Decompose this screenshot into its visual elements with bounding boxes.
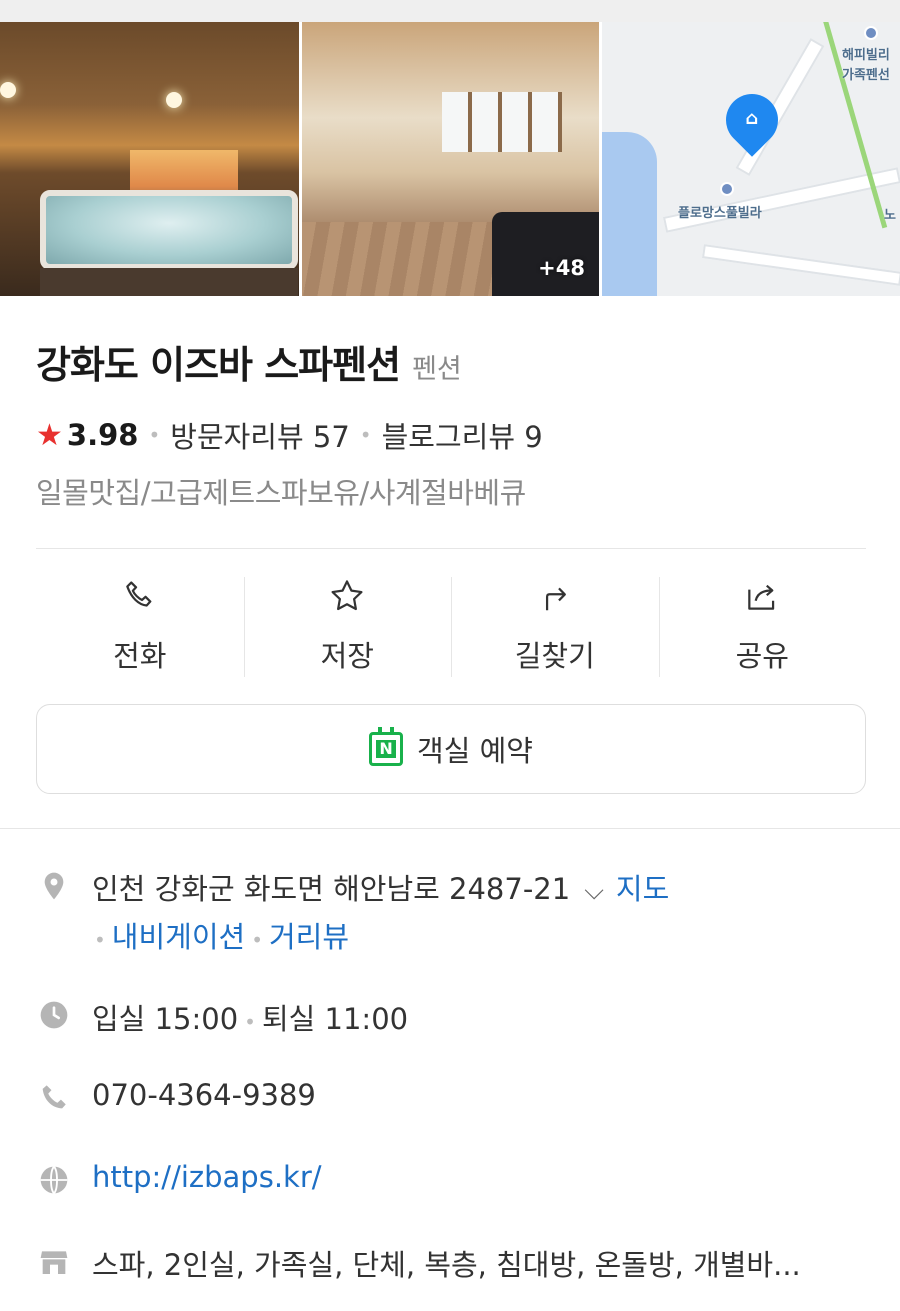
rating-row: ★ 3.98 • 방문자리뷰 57 • 블로그리뷰 9 [36,414,543,456]
section-divider [0,828,900,829]
phone-icon [125,581,152,607]
globe-icon [40,1166,68,1194]
streetview-link[interactable]: 거리뷰 [269,920,349,954]
save-button[interactable]: 저장 [243,575,452,679]
address-row: 인천 강화군 화도면 해안남로 2487-21 ⌵ 지도 [92,866,669,908]
directions-button[interactable]: 길찾기 [451,575,659,679]
visitor-reviews-link[interactable]: 방문자리뷰 57 [170,414,350,456]
reservation-label: 객실 예약 [417,734,533,768]
action-bar: 전화 저장 길찾기 공유 [36,575,866,679]
map-label: 노 [884,208,896,223]
map-label: 가족펜선 [842,68,890,83]
location-map-thumbnail[interactable]: 해피빌리 가족펜선 플로망스풀빌라 노 ⌂ [602,22,900,296]
status-bar-strip [0,0,900,22]
room-reservation-button[interactable]: N 객실 예약 [36,704,866,794]
place-tags: 일몰맛집/고급제트스파보유/사계절바베큐 [36,476,526,510]
separator-dot: • [244,1010,256,1034]
share-icon [748,584,775,610]
rating-score: 3.98 [66,418,139,452]
map-road [701,244,900,286]
store-icon [40,1251,68,1274]
map-water [602,132,657,296]
checkin-row: 입실 15:00 • 퇴실 11:00 [92,996,408,1038]
divider [36,548,866,549]
website-link[interactable]: http://izbaps.kr/ [92,1160,322,1194]
checkout-time: 퇴실 11:00 [261,1002,409,1036]
separator-dot: • [359,423,372,447]
address-links-row: • 내비게이션 • 거리뷰 [88,914,349,956]
photo-gallery[interactable]: +48 해피빌리 가족펜선 플로망스풀빌라 노 ⌂ [0,22,900,296]
ceiling-lamp [0,82,16,98]
phone-number[interactable]: 070-4364-9389 [92,1078,316,1112]
map-link[interactable]: 지도 [616,872,669,906]
loft-windows [442,92,562,152]
star-outline-icon [331,580,363,611]
checkin-time: 입실 15:00 [92,1002,239,1036]
separator-dot: • [94,928,106,952]
share-button[interactable]: 공유 [658,575,867,679]
more-photos-badge[interactable]: +48 [538,256,585,280]
call-label: 전화 [113,639,167,673]
bed-icon: ⌂ [745,108,759,129]
tub-base [40,268,298,296]
title-row: 강화도 이즈바 스파펜션 펜션 [36,334,462,389]
photo-spa-room[interactable] [0,22,299,296]
place-category: 펜션 [412,354,462,385]
address-text: 인천 강화군 화도면 해안남로 2487-21 [92,872,571,906]
separator-dot: • [148,423,161,447]
poi-dot [720,182,734,196]
amenities-text: 스파, 2인실, 가족실, 단체, 복층, 침대방, 온돌방, 개별바... [92,1248,801,1282]
poi-dot [864,26,878,40]
separator-dot: • [251,928,263,952]
chevron-down-icon[interactable]: ⌵ [584,876,604,906]
call-button[interactable]: 전화 [36,575,244,679]
directions-label: 길찾기 [514,639,595,673]
photo-loft-living-room[interactable]: +48 [302,22,599,296]
location-pin-icon [44,872,64,900]
save-label: 저장 [320,639,374,673]
naver-calendar-icon: N [369,727,404,766]
share-label: 공유 [735,639,789,673]
map-road [662,167,900,233]
map-label: 플로망스풀빌라 [678,206,762,221]
blog-reviews-link[interactable]: 블로그리뷰 9 [382,414,543,456]
clock-icon [40,1001,68,1029]
map-label: 해피빌리 [842,48,890,63]
star-icon: ★ [36,417,63,453]
ceiling-lamp [166,92,182,108]
naver-n-letter: N [376,740,397,758]
place-title: 강화도 이즈바 스파펜션 [36,343,401,387]
jacuzzi-tub [40,190,298,270]
phone-fill-icon [42,1085,66,1109]
navigation-link[interactable]: 내비게이션 [112,920,245,954]
directions-icon [545,587,566,611]
leather-sofa [492,212,599,296]
